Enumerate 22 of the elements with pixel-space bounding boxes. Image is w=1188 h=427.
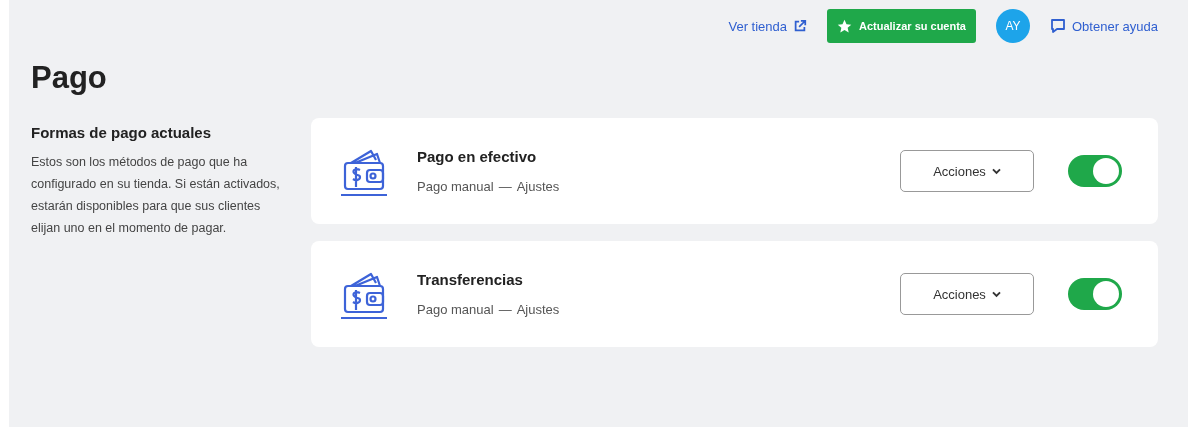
settings-link[interactable]: Ajustes xyxy=(516,302,560,317)
chat-bubble-icon xyxy=(1050,18,1066,34)
view-store-link[interactable]: Ver tienda xyxy=(728,18,807,34)
separator-dash: — xyxy=(498,302,512,317)
actions-dropdown[interactable]: Acciones xyxy=(900,273,1034,315)
separator-dash: — xyxy=(498,179,512,194)
chevron-down-icon xyxy=(991,167,1001,175)
method-type: Pago manual xyxy=(417,302,494,317)
settings-link[interactable]: Ajustes xyxy=(516,179,560,194)
section-description: Estos son los métodos de pago que ha configurado en su tienda. Si están activados, estarán disponibles para que sus clientes elijan uno en el momento de pagar. xyxy=(31,154,281,237)
help-link[interactable]: Obtener ayuda xyxy=(1050,18,1158,34)
toggle-switch[interactable] xyxy=(1068,278,1122,310)
actions-dropdown[interactable]: Acciones xyxy=(900,150,1034,192)
star-icon xyxy=(837,18,852,34)
section-heading: Formas de pago actuales xyxy=(31,124,212,141)
toggle-switch[interactable] xyxy=(1068,155,1122,187)
method-name: Pago en efectivo xyxy=(417,148,538,165)
chevron-down-icon xyxy=(991,290,1001,298)
external-link-icon xyxy=(793,19,807,33)
method-type: Pago manual xyxy=(417,179,494,194)
method-name: Transferencias xyxy=(417,271,524,288)
page-title: Pago xyxy=(31,60,107,96)
